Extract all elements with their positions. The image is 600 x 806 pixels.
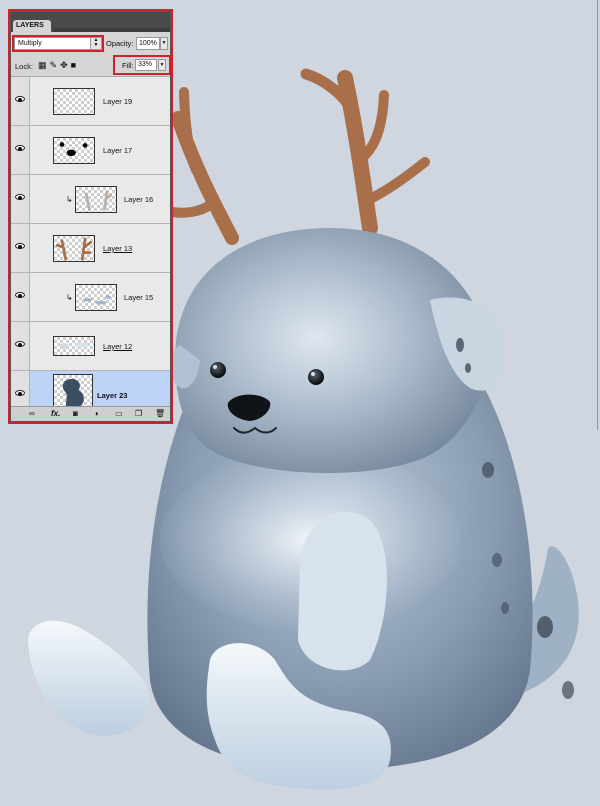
visibility-toggle[interactable] — [11, 175, 30, 223]
fill-label: Fill: — [122, 61, 134, 70]
opacity-input[interactable]: 100% — [136, 37, 160, 50]
eye-icon — [15, 341, 25, 347]
layer-row[interactable]: ↳ Layer 16 — [11, 175, 170, 224]
eye-icon — [15, 96, 25, 102]
layer-thumbnail — [75, 186, 117, 213]
layer-list: Layer 19 Layer 17 ↳ Layer 16 Layer 13 ↳ … — [11, 77, 170, 420]
front-paw-raised — [298, 512, 387, 671]
layer-row[interactable]: Layer 13 — [11, 224, 170, 273]
clipping-arrow-icon: ↳ — [66, 195, 73, 204]
fx-icon[interactable]: fx. — [51, 407, 60, 421]
visibility-toggle[interactable] — [11, 224, 30, 272]
blend-mode-value: Multiply — [18, 40, 42, 47]
link-icon[interactable]: ∞ — [29, 407, 35, 421]
layer-row[interactable]: Layer 19 — [11, 77, 170, 126]
antler-right — [300, 68, 430, 236]
panel-tab-strip — [53, 28, 170, 32]
eye-icon — [15, 194, 25, 200]
layer-name: Layer 23 — [97, 391, 128, 400]
guide-line — [597, 0, 598, 430]
eye-right — [308, 369, 324, 385]
lock-image-icon[interactable]: ✎ — [50, 60, 61, 70]
layer-thumbnail — [53, 88, 95, 115]
panel-tab-bar: LAYERS — [11, 12, 170, 32]
visibility-toggle[interactable] — [11, 126, 30, 174]
fill-control: Fill: 33% ▼ — [113, 55, 171, 75]
layer-row[interactable]: ↳ Layer 15 — [11, 273, 170, 322]
lock-label: Lock: — [15, 62, 33, 71]
trash-icon[interactable]: 🗑 — [155, 407, 165, 421]
fill-input[interactable]: 33% — [135, 59, 157, 71]
lock-fill-row: Lock: ▦✎✥■ Fill: 33% ▼ — [11, 55, 171, 77]
blend-opacity-row: Multiply ▲ ▼ Opacity: 100% ▼ — [11, 34, 170, 54]
layer-name: Layer 12 — [103, 342, 133, 351]
eye-icon — [15, 243, 25, 249]
layer-name: Layer 16 — [124, 195, 154, 204]
layer-name: Layer 19 — [103, 97, 133, 106]
layer-thumbnail — [53, 235, 95, 262]
visibility-toggle[interactable] — [11, 322, 30, 370]
clipping-arrow-icon: ↳ — [66, 293, 73, 302]
layer-thumbnail — [75, 284, 117, 311]
antler-left — [167, 87, 239, 245]
adjustment-icon[interactable]: ◐ — [95, 407, 100, 421]
layer-row[interactable]: Layer 17 — [11, 126, 170, 175]
layer-row[interactable]: Layer 12 — [11, 322, 170, 371]
tab-layers[interactable]: LAYERS — [13, 20, 51, 32]
eye-icon — [15, 292, 25, 298]
layer-thumbnail — [53, 137, 95, 164]
opacity-dropdown-icon[interactable]: ▼ — [160, 37, 168, 50]
layers-panel[interactable]: LAYERS Multiply ▲ ▼ Opacity: 100% ▼ Lock:… — [8, 9, 173, 424]
layer-name: Layer 15 — [124, 293, 154, 302]
lock-options: ▦✎✥■ — [38, 60, 79, 71]
panel-bottom-toolbar: ∞ fx. ◙ ◐ ▭ ❐ 🗑 — [11, 406, 170, 421]
layer-thumbnail — [53, 336, 95, 356]
visibility-toggle[interactable] — [11, 77, 30, 125]
blend-mode-select[interactable]: Multiply ▲ ▼ — [12, 35, 104, 52]
opacity-label: Opacity: — [106, 39, 134, 48]
fill-dropdown-icon[interactable]: ▼ — [158, 59, 166, 71]
eye-icon — [15, 390, 25, 396]
lock-all-icon[interactable]: ■ — [71, 60, 79, 70]
lock-transparency-icon[interactable]: ▦ — [38, 60, 50, 70]
layer-name: Layer 17 — [103, 146, 133, 155]
head-fur — [175, 228, 489, 474]
hind-leg-left — [28, 620, 150, 736]
mask-icon[interactable]: ◙ — [73, 407, 78, 421]
visibility-toggle[interactable] — [11, 273, 30, 321]
updown-arrows-icon[interactable]: ▲ ▼ — [90, 38, 101, 49]
new-layer-icon[interactable]: ❐ — [135, 407, 142, 421]
layer-name: Layer 13 — [103, 244, 133, 253]
group-folder-icon[interactable]: ▭ — [115, 407, 123, 421]
eye-icon — [15, 145, 25, 151]
lock-position-icon[interactable]: ✥ — [60, 60, 71, 70]
eye-left — [210, 362, 226, 378]
